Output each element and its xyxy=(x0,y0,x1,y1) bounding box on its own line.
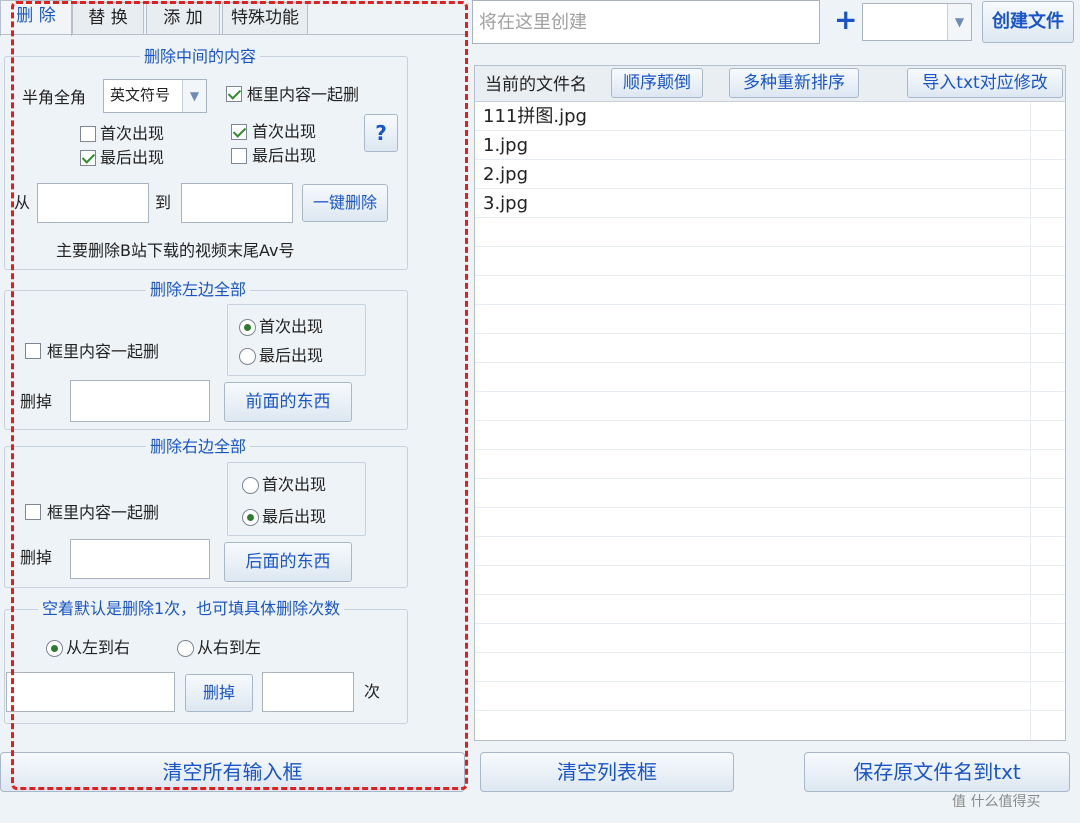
to-label: 到 xyxy=(155,193,172,212)
delete-count-button[interactable]: 删掉 xyxy=(185,674,253,712)
left-delete-label: 删掉 xyxy=(20,392,53,411)
left-delete-input[interactable] xyxy=(70,380,210,422)
left-include-box-label: 框里内容一起删 xyxy=(47,342,160,361)
list-item[interactable] xyxy=(475,566,1065,595)
clear-list-button[interactable]: 清空列表框 xyxy=(480,752,734,792)
right-include-box-checkbox[interactable] xyxy=(25,504,41,520)
times-input[interactable] xyxy=(262,672,354,712)
times-label: 次 xyxy=(364,682,381,701)
resort-button[interactable]: 多种重新排序 xyxy=(729,68,859,98)
list-item[interactable] xyxy=(475,508,1065,537)
help-button[interactable]: ? xyxy=(364,114,398,152)
right-last-label: 最后出现 xyxy=(252,146,317,165)
list-item[interactable] xyxy=(475,392,1065,421)
right-last-radio-label: 最后出现 xyxy=(262,507,327,526)
file-list-panel[interactable]: 当前的文件名 顺序颠倒 多种重新排序 导入txt对应修改 111拼图.jpg 1.… xyxy=(474,65,1066,741)
back-stuff-button[interactable]: 后面的东西 xyxy=(224,542,352,582)
watermark: 值 什么值得买 xyxy=(952,794,1041,810)
list-item[interactable]: 2.jpg xyxy=(475,160,1065,189)
right-first-label: 首次出现 xyxy=(252,122,317,141)
count-text-input[interactable] xyxy=(6,672,175,712)
list-item[interactable] xyxy=(475,305,1065,334)
right-delete-label: 删掉 xyxy=(20,548,53,567)
current-filename-header: 当前的文件名 xyxy=(485,75,587,95)
ltr-radio-label: 从左到右 xyxy=(66,638,131,657)
list-item[interactable] xyxy=(475,595,1065,624)
right-first-checkbox[interactable] xyxy=(231,124,247,140)
list-item[interactable] xyxy=(475,218,1065,247)
from-input[interactable] xyxy=(37,183,149,223)
left-include-box-checkbox[interactable] xyxy=(25,343,41,359)
count-select[interactable]: ▼ xyxy=(862,3,972,41)
list-column-divider xyxy=(1030,102,1031,740)
list-item[interactable] xyxy=(475,479,1065,508)
front-stuff-button[interactable]: 前面的东西 xyxy=(224,382,352,422)
list-item[interactable]: 111拼图.jpg xyxy=(475,102,1065,131)
symbol-select[interactable]: 英文符号 ▼ xyxy=(103,79,207,113)
save-names-to-txt-button[interactable]: 保存原文件名到txt xyxy=(804,752,1070,792)
import-txt-button[interactable]: 导入txt对应修改 xyxy=(907,68,1063,98)
list-item[interactable] xyxy=(475,537,1065,566)
right-last-radio[interactable] xyxy=(242,509,259,526)
delete-count-title: 空着默认是删除1次，也可填具体删除次数 xyxy=(38,599,345,619)
list-item[interactable] xyxy=(475,276,1065,305)
filename-input[interactable] xyxy=(472,0,820,44)
one-click-delete-button[interactable]: 一键删除 xyxy=(302,184,388,222)
include-box-label: 框里内容一起删 xyxy=(247,85,360,104)
rtl-radio[interactable] xyxy=(177,640,194,657)
tab-add[interactable]: 添 加 xyxy=(146,2,220,34)
plus-icon[interactable]: + xyxy=(834,4,857,36)
file-list-rows: 111拼图.jpg 1.jpg 2.jpg 3.jpg xyxy=(475,102,1065,711)
left-last-checkbox[interactable] xyxy=(80,150,96,166)
middle-note: 主要删除B站下载的视频末尾Av号 xyxy=(56,241,295,260)
list-item[interactable] xyxy=(475,421,1065,450)
list-item[interactable] xyxy=(475,334,1065,363)
list-item[interactable] xyxy=(475,653,1065,682)
symbol-select-value: 英文符号 xyxy=(110,86,171,104)
left-first-radio[interactable] xyxy=(239,319,256,336)
list-item[interactable]: 1.jpg xyxy=(475,131,1065,160)
tab-replace[interactable]: 替 换 xyxy=(72,2,144,34)
delete-left-title: 删除左边全部 xyxy=(146,280,251,300)
include-box-checkbox[interactable] xyxy=(226,86,242,102)
from-label: 从 xyxy=(14,193,31,212)
clear-all-inputs-button[interactable]: 清空所有输入框 xyxy=(0,752,465,792)
tab-delete[interactable]: 删 除 xyxy=(0,0,72,36)
list-item[interactable] xyxy=(475,247,1065,276)
list-item[interactable] xyxy=(475,450,1065,479)
left-last-label: 最后出现 xyxy=(100,148,165,167)
list-item[interactable]: 3.jpg xyxy=(475,189,1065,218)
delete-middle-title: 删除中间的内容 xyxy=(140,47,261,67)
tab-divider xyxy=(0,34,465,35)
chevron-down-icon: ▼ xyxy=(947,4,971,40)
reverse-order-button[interactable]: 顺序颠倒 xyxy=(611,68,703,98)
list-item[interactable] xyxy=(475,624,1065,653)
list-item[interactable] xyxy=(475,363,1065,392)
right-last-checkbox[interactable] xyxy=(231,148,247,164)
left-first-checkbox[interactable] xyxy=(80,126,96,142)
tab-special[interactable]: 特殊功能 xyxy=(222,2,308,34)
to-input[interactable] xyxy=(181,183,293,223)
left-last-radio[interactable] xyxy=(239,348,256,365)
rtl-radio-label: 从右到左 xyxy=(197,638,262,657)
left-first-label: 首次出现 xyxy=(100,124,165,143)
right-first-radio[interactable] xyxy=(242,477,259,494)
right-first-radio-label: 首次出现 xyxy=(262,475,327,494)
right-include-box-label: 框里内容一起删 xyxy=(47,503,160,522)
halfwidth-label: 半角全角 xyxy=(22,88,87,107)
create-file-button[interactable]: 创建文件 xyxy=(982,1,1074,43)
left-first-radio-label: 首次出现 xyxy=(259,317,324,336)
left-last-radio-label: 最后出现 xyxy=(259,346,324,365)
file-list-header: 当前的文件名 顺序颠倒 多种重新排序 导入txt对应修改 xyxy=(475,66,1065,102)
delete-right-title: 删除右边全部 xyxy=(146,437,251,457)
chevron-down-icon: ▼ xyxy=(182,80,206,112)
list-item[interactable] xyxy=(475,682,1065,711)
ltr-radio[interactable] xyxy=(46,640,63,657)
right-delete-input[interactable] xyxy=(70,539,210,579)
